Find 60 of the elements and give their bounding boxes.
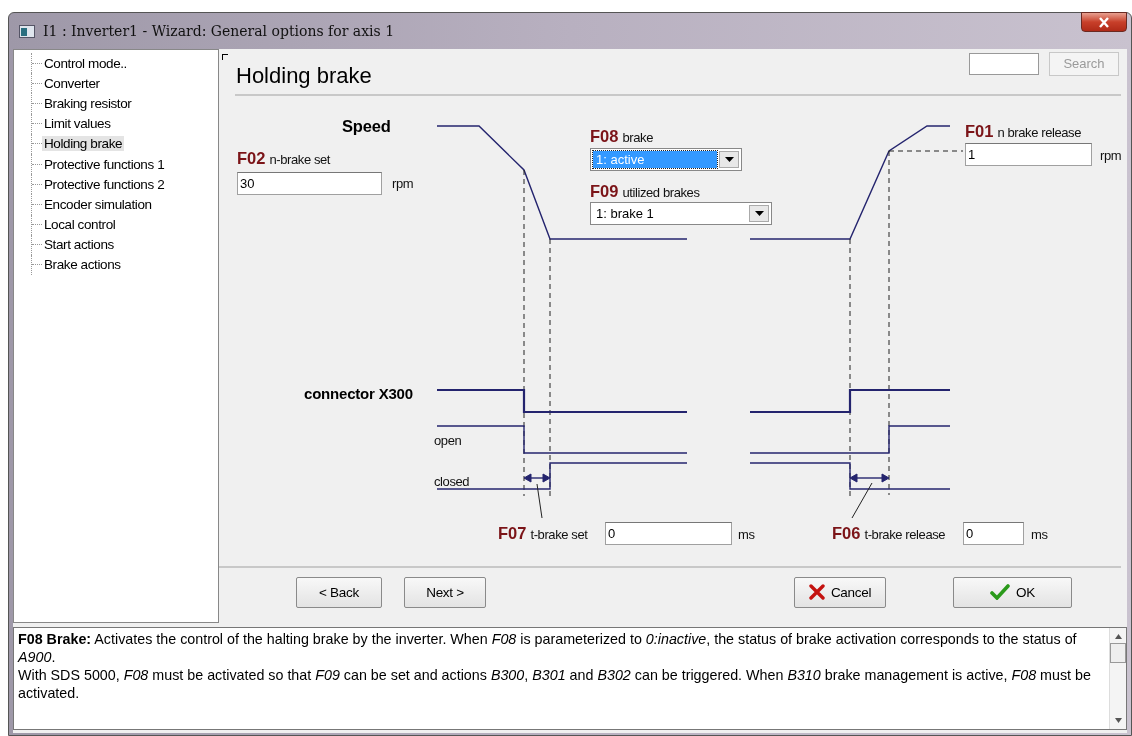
tree-item[interactable]: Limit values [42,116,113,132]
brake-release-time-arrow [849,473,890,483]
tree-item[interactable]: Brake actions [42,257,123,273]
dropdown-arrow-icon [724,157,734,162]
unit-label: rpm [392,176,414,191]
dropdown-arrow-icon [754,211,764,216]
close-button[interactable] [1081,12,1127,32]
tree-item[interactable]: Converter [42,75,102,91]
unit-label: ms [1031,527,1048,542]
t-brake-set-field[interactable]: 0 [605,522,732,545]
t-brake-release-field[interactable]: 0 [963,522,1024,545]
parameter-code: F06 [832,524,861,543]
next-button[interactable]: Next > [404,576,486,608]
n-brake-release-field[interactable]: 1 [965,143,1092,166]
help-paragraph: F08 Brake: Activates the control of the halting brake by the inverter. When F08 is parameterized to 0:inactive, the status of brake activation corresponds to the status of A900. [18,630,1078,666]
help-paragraph: With SDS 5000, F08 must be activated so that F09 can be set and actions B300, B301 and B302 can be triggered. When B310 brake management is active, F08 must be activated. [18,666,1092,702]
tree-item[interactable]: Braking resistor [42,95,134,111]
tree-item[interactable]: Protective functions 2 [42,176,167,192]
close-icon [1098,16,1110,28]
parameter-code: F07 [498,524,527,543]
connector-label: connector X300 [304,385,413,402]
tree-item[interactable]: Local control [42,217,118,233]
parameter-label: n brake release [997,125,1082,140]
utilized-brakes-dropdown[interactable]: 1: brake 1 [590,202,772,225]
search-field[interactable] [969,52,1039,75]
unit-label: ms [738,527,755,542]
cross-icon [808,584,825,600]
parameter-label: t-brake release [864,527,946,542]
cancel-button[interactable]: Cancel [794,576,886,608]
tree-item[interactable]: Control mode.. [42,55,129,71]
tree-item[interactable]: Holding brake [42,136,125,152]
closed-label: closed [434,474,470,489]
scrollbar-thumb[interactable] [1110,643,1126,663]
parameter-label: n-brake set [269,152,331,167]
n-brake-set-field[interactable]: 30 [237,172,382,195]
ok-button[interactable]: OK [953,576,1072,608]
app-icon [19,24,35,38]
leader-line [851,482,873,519]
scroll-up-icon[interactable] [1114,634,1122,639]
parameter-code: F02 [237,149,266,168]
leader-line [536,483,543,519]
checkmark-icon [990,584,1011,600]
parameter-label: t-brake set [530,527,588,542]
parameter-code: F08 [590,127,619,146]
page-heading: Holding brake [235,61,373,89]
unit-label: rpm [1100,148,1122,163]
tree-item[interactable]: Start actions [42,237,116,253]
back-button[interactable]: < Back [296,576,382,608]
tree-item[interactable]: Protective functions 1 [42,156,167,172]
speed-label: Speed [342,117,391,136]
parameter-label: brake [622,130,653,145]
scroll-down-icon[interactable] [1114,718,1122,723]
tree-item[interactable]: Encoder simulation [42,196,154,212]
window-title: I1 : Inverter1 - Wizard: General options for axis 1 [43,23,395,39]
parameter-code: F09 [590,182,619,201]
scrollbar[interactable] [1109,628,1126,729]
parameter-label: utilized brakes [622,185,700,200]
brake-set-time-arrow [523,473,551,483]
open-label: open [434,433,462,448]
parameter-code: F01 [965,122,994,141]
